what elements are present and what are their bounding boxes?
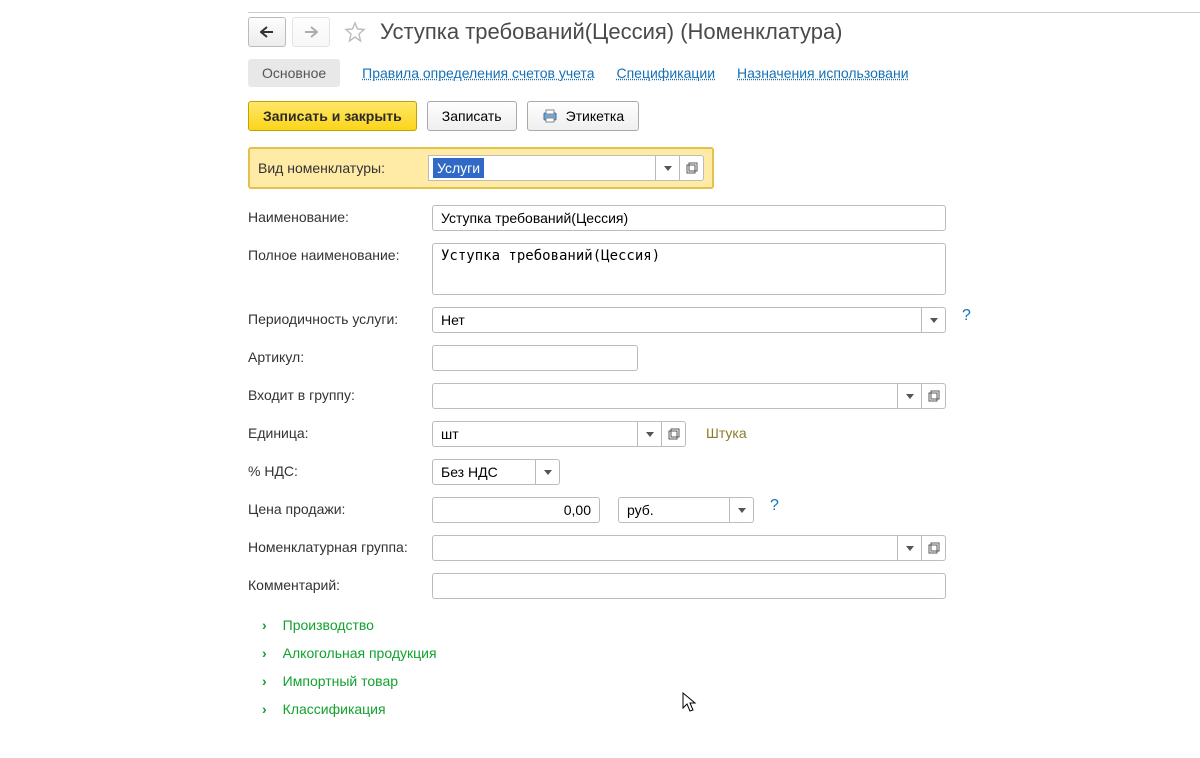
- chevron-down-icon: [738, 508, 746, 513]
- group-open[interactable]: [922, 383, 946, 409]
- currency-dropdown[interactable]: [730, 497, 754, 523]
- open-icon: [668, 428, 680, 440]
- label-button-text: Этикетка: [566, 108, 625, 124]
- tab-rules[interactable]: Правила определения счетов учета: [362, 65, 594, 81]
- section-production[interactable]: ›Производство: [248, 611, 1200, 639]
- nomenclature-type-open[interactable]: [680, 155, 704, 181]
- tab-main[interactable]: Основное: [248, 59, 340, 87]
- period-dropdown[interactable]: [922, 307, 946, 333]
- forward-button[interactable]: [292, 17, 330, 47]
- fullname-label: Полное наименование:: [248, 243, 422, 263]
- vat-input[interactable]: [432, 459, 536, 485]
- vat-label: % НДС:: [248, 459, 422, 479]
- nomgroup-open[interactable]: [922, 535, 946, 561]
- group-dropdown[interactable]: [898, 383, 922, 409]
- comment-label: Комментарий:: [248, 573, 422, 593]
- period-input[interactable]: [432, 307, 922, 333]
- tab-specs[interactable]: Спецификации: [616, 65, 715, 81]
- chevron-down-icon: [544, 470, 552, 475]
- vat-dropdown[interactable]: [536, 459, 560, 485]
- fullname-input[interactable]: [432, 243, 946, 295]
- chevron-down-icon: [930, 318, 938, 323]
- chevron-right-icon: ›: [262, 617, 267, 633]
- unit-dropdown[interactable]: [638, 421, 662, 447]
- tabs: Основное Правила определения счетов учет…: [248, 59, 1200, 87]
- section-alcohol[interactable]: ›Алкогольная продукция: [248, 639, 1200, 667]
- arrow-right-icon: [304, 26, 318, 38]
- name-input[interactable]: [432, 205, 946, 231]
- period-help[interactable]: ?: [962, 307, 971, 325]
- favorite-star[interactable]: [340, 17, 370, 47]
- nomenclature-type-value: Услуги: [433, 158, 484, 178]
- group-input[interactable]: [432, 383, 898, 409]
- nomgroup-input[interactable]: [432, 535, 898, 561]
- chevron-down-icon: [906, 394, 914, 399]
- unit-label: Единица:: [248, 421, 422, 441]
- section-import[interactable]: ›Импортный товар: [248, 667, 1200, 695]
- price-label: Цена продажи:: [248, 497, 422, 517]
- arrow-left-icon: [260, 26, 274, 38]
- unit-hint: Штука: [706, 421, 747, 441]
- price-help[interactable]: ?: [770, 497, 779, 515]
- chevron-down-icon: [664, 166, 672, 171]
- star-icon: [344, 21, 366, 43]
- save-close-button[interactable]: Записать и закрыть: [248, 101, 417, 131]
- nomenclature-type-dropdown[interactable]: [656, 155, 680, 181]
- toolbar: Записать и закрыть Записать Этикетка: [248, 101, 1200, 131]
- currency-input[interactable]: [618, 497, 730, 523]
- save-button[interactable]: Записать: [427, 101, 517, 131]
- nomenclature-type-input[interactable]: Услуги: [428, 155, 656, 181]
- nomenclature-type-label: Вид номенклатуры:: [258, 160, 418, 176]
- tab-uses[interactable]: Назначения использовани: [737, 65, 908, 81]
- price-input[interactable]: [432, 497, 600, 523]
- open-icon: [928, 390, 940, 402]
- sku-label: Артикул:: [248, 345, 422, 365]
- back-button[interactable]: [248, 17, 286, 47]
- section-classification[interactable]: ›Классификация: [248, 695, 1200, 723]
- unit-input[interactable]: [432, 421, 638, 447]
- label-button[interactable]: Этикетка: [527, 101, 640, 131]
- chevron-down-icon: [646, 432, 654, 437]
- chevron-right-icon: ›: [262, 673, 267, 689]
- chevron-right-icon: ›: [262, 645, 267, 661]
- nomenclature-type-row: Вид номенклатуры: Услуги: [248, 147, 714, 189]
- chevron-right-icon: ›: [262, 701, 267, 717]
- open-icon: [686, 162, 698, 174]
- name-label: Наименование:: [248, 205, 422, 225]
- sku-input[interactable]: [432, 345, 638, 371]
- nomgroup-dropdown[interactable]: [898, 535, 922, 561]
- period-label: Периодичность услуги:: [248, 307, 422, 327]
- comment-input[interactable]: [432, 573, 946, 599]
- group-label: Входит в группу:: [248, 383, 422, 403]
- nomgroup-label: Номенклатурная группа:: [248, 535, 422, 555]
- open-icon: [928, 542, 940, 554]
- unit-open[interactable]: [662, 421, 686, 447]
- printer-icon: [542, 109, 558, 123]
- page-title: Уступка требований(Цессия) (Номенклатура…: [380, 19, 843, 45]
- chevron-down-icon: [906, 546, 914, 551]
